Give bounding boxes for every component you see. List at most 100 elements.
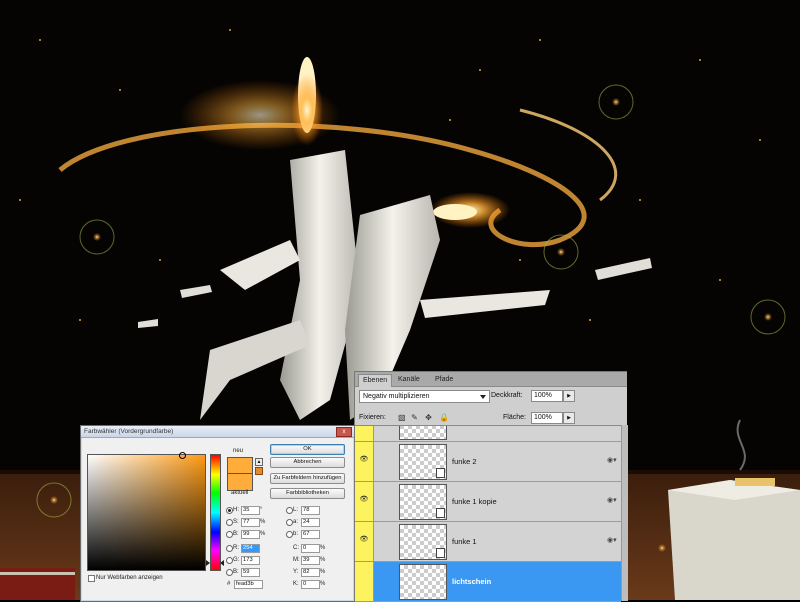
color-picker-title: Farbwähler (Vordergrundfarbe) [81,426,354,438]
web-safe-color-icon[interactable] [255,467,263,475]
label-hex: # [227,581,231,587]
layer-row[interactable]: 👁 funke 1 ◉▾ [355,522,621,562]
visibility-column[interactable]: 👁 [355,442,374,481]
eye-icon[interactable]: 👁 [359,496,369,503]
label-m: M: [293,557,300,563]
visibility-column[interactable] [355,562,374,601]
field-k[interactable]: 0 [301,580,320,589]
hue-slider-handle-left[interactable] [206,560,210,566]
radio-b[interactable] [226,531,233,538]
layers-panel: Ebenen Kanäle Pfade Negativ multiplizier… [354,371,628,602]
lock-transparency-icon[interactable]: ▧ [398,414,406,422]
cancel-button[interactable]: Abbrechen [270,457,345,468]
label-lab-b: b: [293,531,299,537]
field-y[interactable]: 82 [301,568,320,577]
layer-row-selected[interactable]: lichtschein [355,562,621,602]
web-colors-only-label: Nur Webfarben anzeigen [96,575,163,581]
unit-s: % [260,519,266,525]
radio-a[interactable] [286,519,293,526]
field-m[interactable]: 39 [301,556,320,565]
opacity-label: Deckkraft: [491,392,523,399]
field-hex[interactable]: fead3b [234,580,263,589]
opacity-slider-toggle[interactable]: ▶ [563,390,575,402]
label-l: L: [293,507,299,513]
unit-h: ° [260,507,263,513]
layer-list: 👁 funke 2 ◉▾ 👁 funke 1 kopie ◉▾ 👁 funke … [355,425,627,602]
eye-icon[interactable]: 👁 [359,456,369,463]
saturation-brightness-field[interactable] [87,452,206,571]
opacity-field[interactable]: 100% [531,390,563,402]
field-b[interactable]: 99 [241,530,260,539]
current-color-swatch[interactable] [227,473,253,491]
radio-r[interactable] [226,545,233,552]
label-k: K: [293,581,299,587]
field-s[interactable]: 77 [241,518,260,527]
layer-name[interactable]: funke 1 [452,537,477,546]
radio-l[interactable] [286,507,293,514]
new-color-label: neu [233,448,244,454]
color-picker-dialog: Farbwähler (Vordergrundfarbe) x neu aktu… [80,425,355,602]
field-h[interactable]: 35 [241,506,260,515]
layer-style-icon[interactable]: ◉▾ [607,496,617,504]
label-y: Y: [293,569,299,575]
lock-image-icon[interactable]: ✎ [411,414,418,422]
layer-row[interactable]: 👁 funke 1 kopie ◉▾ [355,482,621,522]
unit-y: % [320,569,326,575]
blend-mode-select[interactable]: Negativ multiplizieren [359,390,490,403]
lock-label: Fixieren: [359,414,386,421]
layer-style-icon[interactable]: ◉▾ [607,456,617,464]
lock-position-icon[interactable]: ✥ [425,414,432,422]
radio-blue[interactable] [226,569,233,576]
layer-name[interactable]: funke 2 [452,457,477,466]
field-a[interactable]: 24 [301,518,320,527]
tab-ebenen[interactable]: Ebenen [358,374,393,387]
label-g: G: [233,557,240,563]
field-g[interactable]: 173 [241,556,260,565]
panel-tabs: Ebenen Kanäle Pfade [355,372,627,387]
radio-lab-b[interactable] [286,531,293,538]
color-selector-marker[interactable] [179,452,186,459]
tab-pfade[interactable]: Pfade [431,374,457,386]
layers-scrollbar[interactable] [621,425,628,601]
hue-slider[interactable] [210,454,221,571]
layer-row[interactable]: 👁 funke 2 ◉▾ [355,442,621,482]
radio-h[interactable] [226,507,233,514]
add-to-swatches-button[interactable]: Zu Farbfeldern hinzufügen [270,473,345,484]
hue-slider-handle-right[interactable] [220,560,224,566]
field-l[interactable]: 78 [301,506,320,515]
ok-button[interactable]: OK [270,444,345,455]
field-c[interactable]: 0 [301,544,320,553]
layer-name[interactable]: funke 1 kopie [452,497,497,506]
fill-slider-toggle[interactable]: ▶ [563,412,575,424]
smart-object-icon [436,468,445,478]
current-color-label: aktuell [231,490,249,496]
label-c: C: [293,545,299,551]
label-blue: B: [233,569,239,575]
label-s: S: [233,519,239,525]
close-button[interactable]: x [336,427,352,437]
fill-label: Fläche: [503,414,526,421]
layer-row-partial[interactable] [355,426,621,442]
blend-mode-value: Negativ multiplizieren [363,393,430,400]
web-colors-only-checkbox[interactable] [88,575,95,582]
field-r[interactable]: 254 [241,544,260,553]
layer-thumbnail [399,564,447,600]
visibility-column[interactable]: 👁 [355,522,374,561]
radio-g[interactable] [226,557,233,564]
lock-all-icon[interactable]: 🔒 [439,414,449,422]
unit-k: % [320,581,326,587]
label-h: H: [233,507,239,513]
tab-kanaele[interactable]: Kanäle [394,374,424,386]
field-lab-b[interactable]: 67 [301,530,320,539]
visibility-column[interactable]: 👁 [355,482,374,521]
out-of-gamut-warning-icon[interactable]: ▲ [255,458,263,466]
unit-m: % [320,557,326,563]
fill-field[interactable]: 100% [531,412,563,424]
field-blue[interactable]: 59 [241,568,260,577]
layer-style-icon[interactable]: ◉▾ [607,536,617,544]
eye-icon[interactable]: 👁 [359,536,369,543]
layer-thumbnail [399,426,447,440]
layer-name[interactable]: lichtschein [452,577,491,586]
color-libraries-button[interactable]: Farbbibliotheken [270,488,345,499]
radio-s[interactable] [226,519,233,526]
